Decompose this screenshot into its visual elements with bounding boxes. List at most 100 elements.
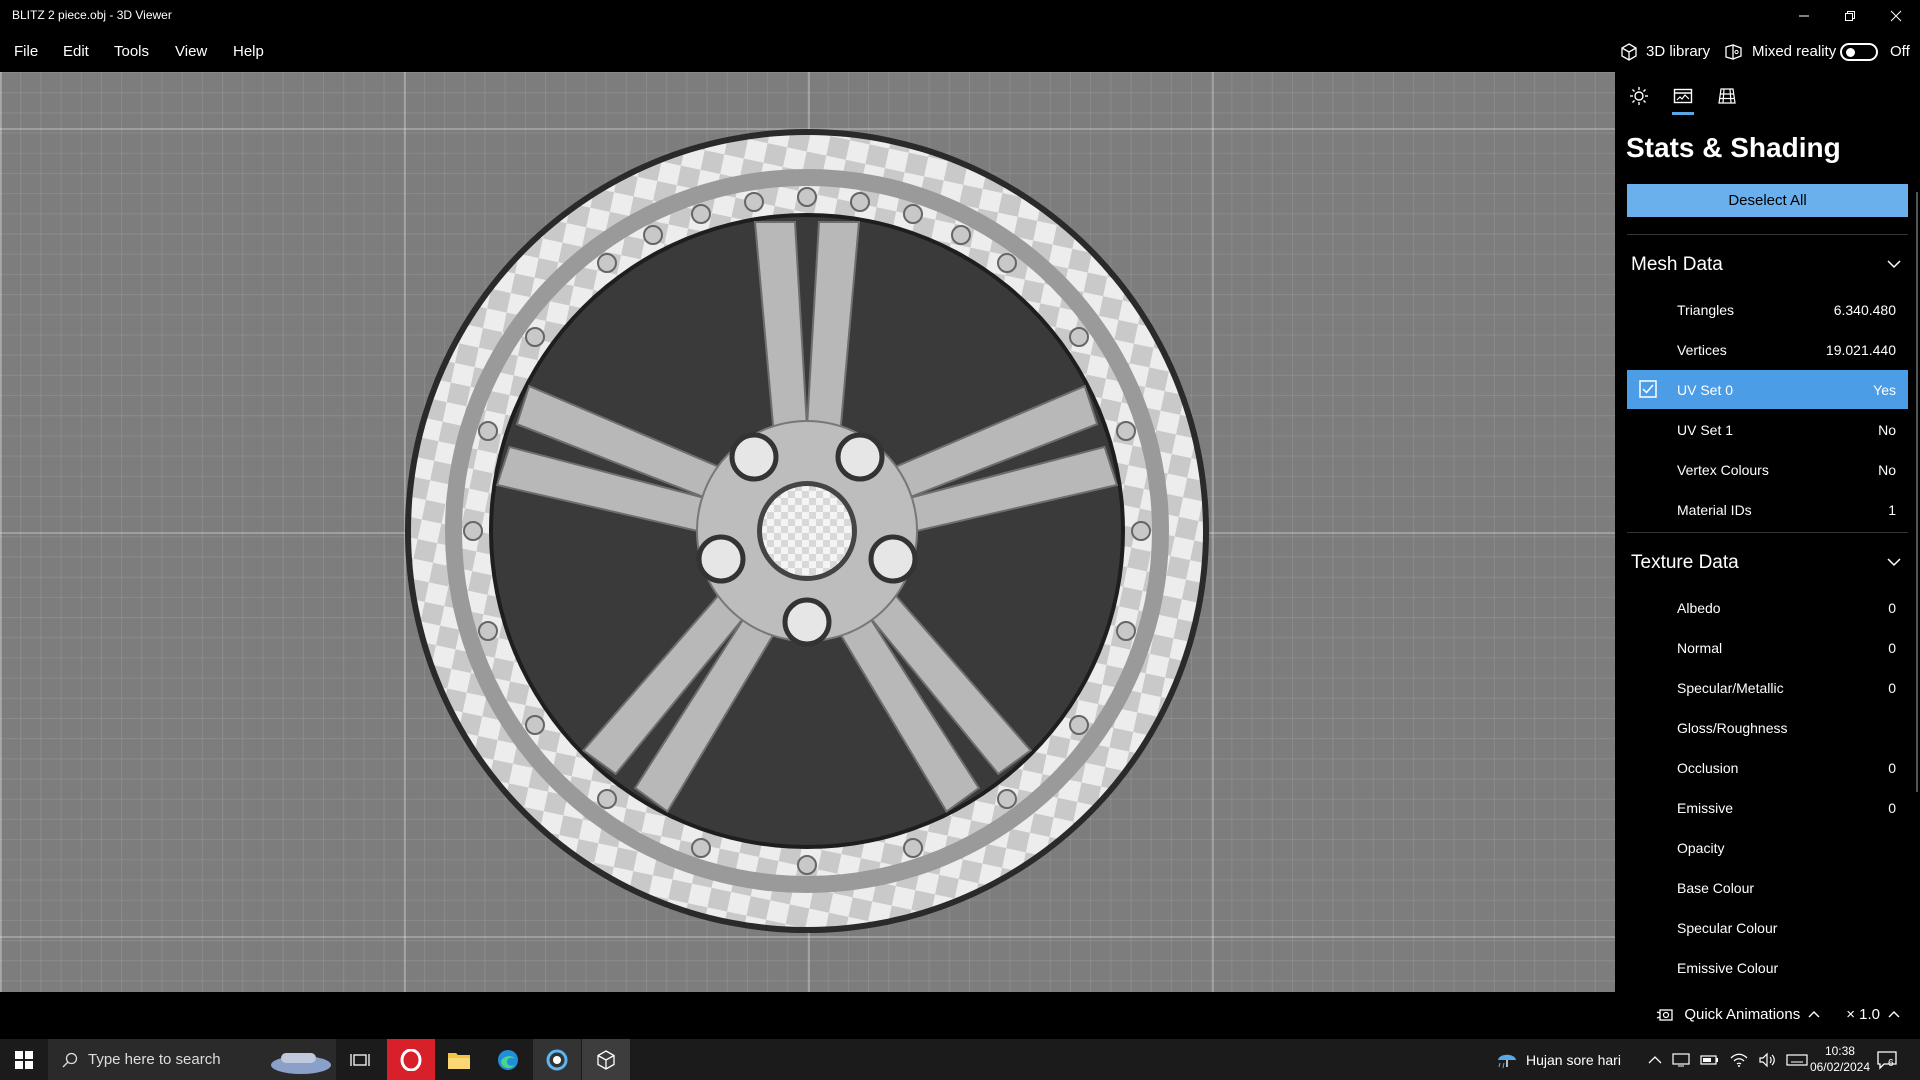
file-explorer-icon[interactable] — [435, 1039, 483, 1080]
divider — [1627, 234, 1908, 235]
stats-icon[interactable] — [1671, 84, 1695, 115]
row-label: Material IDs — [1677, 502, 1752, 518]
chevron-down-icon — [1887, 260, 1901, 269]
texture-row-emissive-colour[interactable]: Emissive Colour — [1627, 948, 1908, 987]
divider — [1627, 532, 1908, 533]
texture-row-occlusion[interactable]: Occlusion 0 — [1627, 748, 1908, 787]
animation-speed[interactable]: × 1.0 — [1846, 1006, 1880, 1023]
row-value: 0 — [1888, 680, 1896, 696]
mesh-row-triangles[interactable]: Triangles 6.340.480 — [1627, 290, 1908, 329]
windows-start-icon[interactable] — [0, 1039, 48, 1080]
menu-view[interactable]: View — [175, 43, 207, 60]
wifi-icon[interactable] — [1730, 1052, 1748, 1068]
quick-animations-control[interactable]: Quick Animations × 1.0 — [1656, 1006, 1900, 1023]
sun-icon[interactable] — [1627, 84, 1651, 108]
3d-viewer-taskbar-icon[interactable] — [582, 1039, 630, 1080]
texture-row-emissive[interactable]: Emissive 0 — [1627, 788, 1908, 827]
texture-row-opacity[interactable]: Opacity — [1627, 828, 1908, 867]
mixed-reality-label: Mixed reality — [1752, 43, 1837, 60]
battery-icon[interactable] — [1700, 1053, 1720, 1067]
taskbar-clock[interactable]: 10:38 06/02/2024 — [1810, 1043, 1870, 1075]
texture-data-label: Texture Data — [1631, 552, 1739, 573]
row-value: 0 — [1888, 800, 1896, 816]
row-value: 6.340.480 — [1833, 302, 1896, 318]
deselect-all-button[interactable]: Deselect All — [1627, 184, 1908, 217]
animation-icon — [1657, 1008, 1673, 1021]
texture-data-header[interactable]: Texture Data — [1631, 552, 1912, 574]
opera-browser-icon[interactable] — [387, 1039, 435, 1080]
texture-row-base-colour[interactable]: Base Colour — [1627, 868, 1908, 907]
mixed-reality-toggle[interactable]: Off — [1840, 31, 1910, 72]
menu-tools[interactable]: Tools — [114, 43, 149, 60]
wheel-model[interactable] — [403, 127, 1211, 935]
row-label: Emissive — [1677, 800, 1734, 816]
row-value: No — [1878, 422, 1896, 438]
window-title: BLITZ 2 piece.obj - 3D Viewer — [12, 8, 172, 22]
title-bar: BLITZ 2 piece.obj - 3D Viewer — [0, 0, 1920, 31]
library-label: 3D library — [1646, 43, 1711, 60]
row-value: No — [1878, 462, 1896, 478]
taskbar-search-box[interactable]: Type here to search — [48, 1039, 336, 1080]
toggle-switch[interactable] — [1840, 42, 1878, 61]
mesh-row-vertices[interactable]: Vertices 19.021.440 — [1627, 330, 1908, 369]
library-button[interactable]: 3D library — [1619, 31, 1710, 72]
restore-icon[interactable] — [1827, 0, 1873, 31]
texture-row-gloss-roughness[interactable]: Gloss/Roughness — [1627, 708, 1908, 747]
mesh-row-uv-set-1[interactable]: UV Set 1 No — [1627, 410, 1908, 449]
task-view-icon[interactable] — [336, 1039, 384, 1080]
texture-row-specular-colour[interactable]: Specular Colour — [1627, 908, 1908, 947]
mesh-data-label: Mesh Data — [1631, 254, 1723, 275]
mixed-reality-button[interactable]: Mixed reality — [1724, 31, 1836, 72]
row-value: 19.021.440 — [1825, 342, 1896, 358]
quick-animations-label: Quick Animations — [1684, 1006, 1801, 1023]
row-label: Triangles — [1677, 302, 1735, 318]
mesh-row-material-ids[interactable]: Material IDs 1 — [1627, 490, 1908, 529]
menu-help[interactable]: Help — [233, 43, 264, 60]
mesh-data-header[interactable]: Mesh Data — [1631, 254, 1912, 276]
notification-center[interactable]: 6 — [1876, 1039, 1897, 1080]
display-icon[interactable] — [1672, 1052, 1690, 1068]
minimize-icon[interactable] — [1781, 0, 1827, 31]
panel-title: Stats & Shading — [1626, 132, 1841, 163]
panel-scrollbar[interactable] — [1916, 192, 1918, 792]
stats-panel: Stats & Shading Deselect All Mesh Data T… — [1615, 72, 1920, 992]
edge-browser-icon[interactable] — [484, 1039, 532, 1080]
keyboard-icon[interactable] — [1786, 1053, 1808, 1067]
texture-row-specular-metallic[interactable]: Specular/Metallic 0 — [1627, 668, 1908, 707]
toggle-state: Off — [1890, 43, 1910, 60]
row-value: 0 — [1888, 760, 1896, 776]
menu-file[interactable]: File — [14, 43, 38, 60]
notification-count: 6 — [1888, 1058, 1894, 1069]
mesh-row-uv-set-0[interactable]: UV Set 0 Yes — [1627, 370, 1908, 409]
row-label: UV Set 1 — [1677, 422, 1734, 438]
search-icon — [62, 1052, 78, 1067]
chevron-up-icon[interactable] — [1888, 1009, 1900, 1021]
close-icon[interactable] — [1873, 0, 1919, 31]
volume-icon[interactable] — [1758, 1052, 1776, 1068]
menu-edit[interactable]: Edit — [63, 43, 89, 60]
browser-app-icon[interactable] — [533, 1039, 581, 1080]
search-placeholder: Type here to search — [88, 1051, 221, 1068]
row-label: Opacity — [1677, 840, 1725, 856]
clock-date: 06/02/2024 — [1809, 1060, 1870, 1074]
texture-row-albedo[interactable]: Albedo 0 — [1627, 588, 1908, 627]
taskbar: Type here to search Hujan sore hari 10:3… — [0, 1039, 1920, 1080]
row-label: Specular Colour — [1677, 920, 1778, 936]
checkbox-checked-icon[interactable] — [1639, 380, 1657, 398]
system-tray — [1648, 1039, 1808, 1080]
clock-time: 10:38 — [1824, 1044, 1855, 1058]
cube-icon — [1621, 42, 1637, 61]
chevron-down-icon — [1887, 558, 1901, 567]
3d-viewport[interactable] — [0, 72, 1615, 992]
notification-icon — [1877, 1050, 1897, 1070]
row-label: Gloss/Roughness — [1677, 720, 1788, 736]
chevron-up-icon[interactable] — [1648, 1054, 1662, 1066]
texture-row-normal[interactable]: Normal 0 — [1627, 628, 1908, 667]
row-value: 1 — [1888, 502, 1896, 518]
mesh-row-vertex-colours[interactable]: Vertex Colours No — [1627, 450, 1908, 489]
weather-label: Hujan sore hari — [1526, 1051, 1621, 1068]
chevron-up-icon[interactable] — [1808, 1009, 1820, 1021]
weather-widget[interactable]: Hujan sore hari — [1496, 1039, 1621, 1080]
row-label: UV Set 0 — [1677, 382, 1734, 398]
grid-icon[interactable] — [1715, 84, 1739, 108]
